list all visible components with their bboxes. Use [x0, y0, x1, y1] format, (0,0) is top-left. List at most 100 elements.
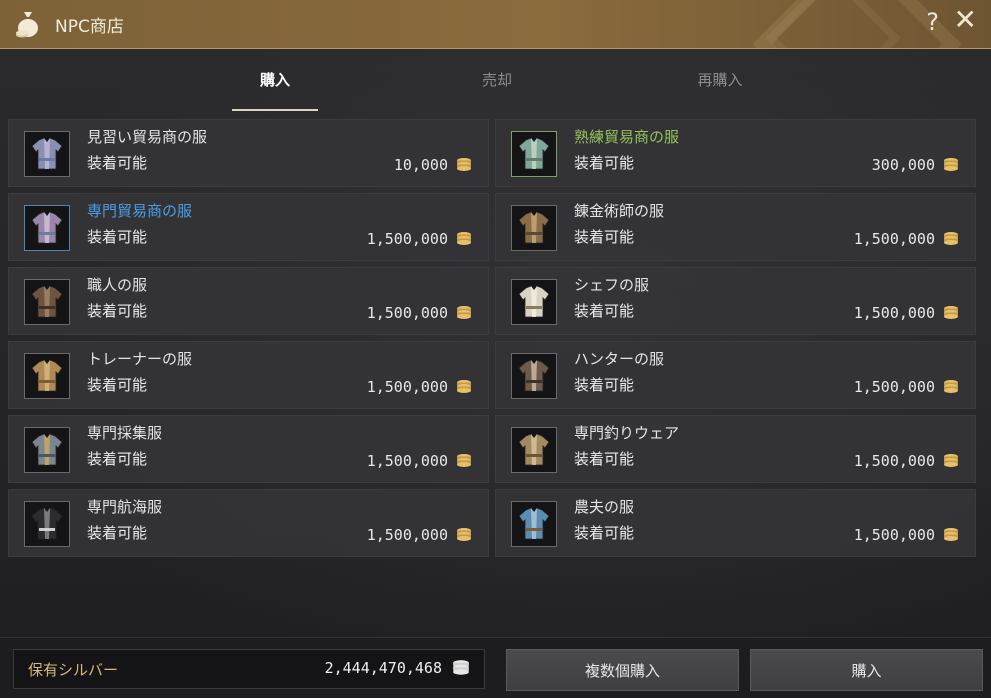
shop-item-card[interactable]: ハンターの服 装着可能 1,500,000	[495, 341, 976, 409]
coin-icon	[457, 380, 471, 393]
help-button[interactable]: ?	[926, 8, 939, 36]
item-thumbnail	[511, 501, 557, 547]
item-equip-status: 装着可能	[87, 450, 148, 468]
item-price-text: 1,500,000	[366, 304, 448, 322]
item-price-text: 1,500,000	[366, 378, 448, 396]
shop-item-card[interactable]: 農夫の服 装着可能 1,500,000	[495, 489, 976, 557]
clothing-icon	[31, 211, 63, 244]
item-thumbnail	[24, 205, 70, 251]
multi-buy-button[interactable]: 複数個購入	[506, 649, 739, 691]
coin-icon	[457, 158, 471, 171]
item-name: 錬金術師の服	[574, 202, 665, 220]
close-button[interactable]: ✕	[954, 6, 977, 34]
shop-item-card[interactable]: トレーナーの服 装着可能 1,500,000	[8, 341, 489, 409]
item-name: 専門採集服	[87, 424, 163, 442]
title-bar: NPC商店 ? ✕	[0, 0, 991, 49]
item-price: 300,000	[872, 156, 959, 174]
silver-balance: 保有シルバー 2,444,470,468	[13, 649, 485, 689]
coin-icon	[457, 454, 471, 467]
item-price: 1,500,000	[854, 452, 959, 470]
item-equip-status: 装着可能	[574, 450, 635, 468]
item-name: ハンターの服	[574, 350, 665, 368]
item-price: 1,500,000	[367, 526, 472, 544]
item-thumbnail	[24, 279, 70, 325]
item-price: 1,500,000	[854, 526, 959, 544]
item-price: 1,500,000	[854, 230, 959, 248]
item-thumbnail	[511, 427, 557, 473]
shop-item-card[interactable]: 見習い貿易商の服 装着可能 10,000	[8, 119, 489, 187]
shop-item-card[interactable]: 専門航海服装着可能 1,500,000	[8, 489, 489, 557]
clothing-icon	[518, 137, 550, 170]
tab-buy[interactable]: 購入	[260, 69, 290, 90]
tab-bar: 購入 売却 再購入	[0, 49, 991, 111]
item-price: 1,500,000	[367, 452, 472, 470]
coin-icon	[944, 306, 958, 319]
item-thumbnail	[24, 353, 70, 399]
coin-icon	[944, 232, 958, 245]
item-price: 10,000	[394, 156, 472, 174]
item-name: 熟練貿易商の服	[574, 128, 680, 146]
item-thumbnail	[24, 131, 70, 177]
item-name: 専門貿易商の服	[87, 202, 193, 220]
silver-amount: 2,444,470,468	[325, 659, 470, 677]
item-price: 1,500,000	[854, 304, 959, 322]
silver-label: 保有シルバー	[28, 661, 119, 679]
shop-item-card[interactable]: 専門釣りウェア 装着可能 1,500,000	[495, 415, 976, 483]
shop-item-card[interactable]: 熟練貿易商の服 装着可能 300,000	[495, 119, 976, 187]
item-name: 専門航海服	[87, 498, 163, 516]
item-equip-status: 装着可能	[574, 524, 635, 542]
coin-icon	[944, 158, 958, 171]
clothing-icon	[31, 137, 63, 170]
item-price-text: 1,500,000	[366, 526, 448, 544]
item-thumbnail	[511, 279, 557, 325]
coin-icon	[457, 232, 471, 245]
clothing-icon	[518, 211, 550, 244]
clothing-icon	[31, 507, 63, 540]
item-thumbnail	[24, 427, 70, 473]
shop-item-card[interactable]: 専門採集服装着可能 1,500,000	[8, 415, 489, 483]
shop-footer: 保有シルバー 2,444,470,468 複数個購入 購入	[0, 637, 991, 698]
clothing-icon	[518, 433, 550, 466]
item-price: 1,500,000	[367, 378, 472, 396]
clothing-icon	[31, 433, 63, 466]
coin-icon	[944, 528, 958, 541]
item-name: シェフの服	[574, 276, 650, 294]
item-equip-status: 装着可能	[87, 154, 148, 172]
tab-rebuy[interactable]: 再購入	[697, 69, 742, 90]
item-price-text: 1,500,000	[853, 452, 935, 470]
tab-sell[interactable]: 売却	[482, 69, 512, 90]
clothing-icon	[518, 359, 550, 392]
silver-coin-icon	[453, 660, 469, 675]
item-name: 専門釣りウェア	[574, 424, 680, 442]
coin-icon	[944, 380, 958, 393]
silver-amount-text: 2,444,470,468	[324, 659, 442, 677]
item-equip-status: 装着可能	[574, 154, 635, 172]
clothing-icon	[518, 507, 550, 540]
item-equip-status: 装着可能	[87, 524, 148, 542]
clothing-icon	[518, 285, 550, 318]
item-price-text: 1,500,000	[853, 304, 935, 322]
item-equip-status: 装着可能	[87, 302, 148, 320]
shop-item-card[interactable]: 錬金術師の服 装着可能 1,500,000	[495, 193, 976, 261]
item-thumbnail	[511, 353, 557, 399]
shop-item-card[interactable]: 職人の服装着可能 1,500,000	[8, 267, 489, 335]
item-name: 見習い貿易商の服	[87, 128, 208, 146]
item-equip-status: 装着可能	[574, 302, 635, 320]
shop-item-card[interactable]: シェフの服装着可能 1,500,000	[495, 267, 976, 335]
shop-item-card[interactable]: 専門貿易商の服 装着可能 1,500,000	[8, 193, 489, 261]
item-price: 1,500,000	[367, 230, 472, 248]
clothing-icon	[31, 285, 63, 318]
item-thumbnail	[24, 501, 70, 547]
item-price-text: 1,500,000	[853, 230, 935, 248]
coin-icon	[457, 528, 471, 541]
item-price-text: 10,000	[393, 156, 448, 174]
buy-button[interactable]: 購入	[750, 649, 983, 691]
item-name: トレーナーの服	[87, 350, 193, 368]
item-equip-status: 装着可能	[87, 228, 148, 246]
shop-panel: 購入 売却 再購入 見習い貿易商の服 装着可能 10,000 熟練貿易商の服 装着可能 3…	[0, 49, 991, 698]
item-name: 職人の服	[87, 276, 148, 294]
coin-icon	[944, 454, 958, 467]
item-equip-status: 装着可能	[574, 228, 635, 246]
item-price: 1,500,000	[367, 304, 472, 322]
item-price-text: 1,500,000	[853, 378, 935, 396]
